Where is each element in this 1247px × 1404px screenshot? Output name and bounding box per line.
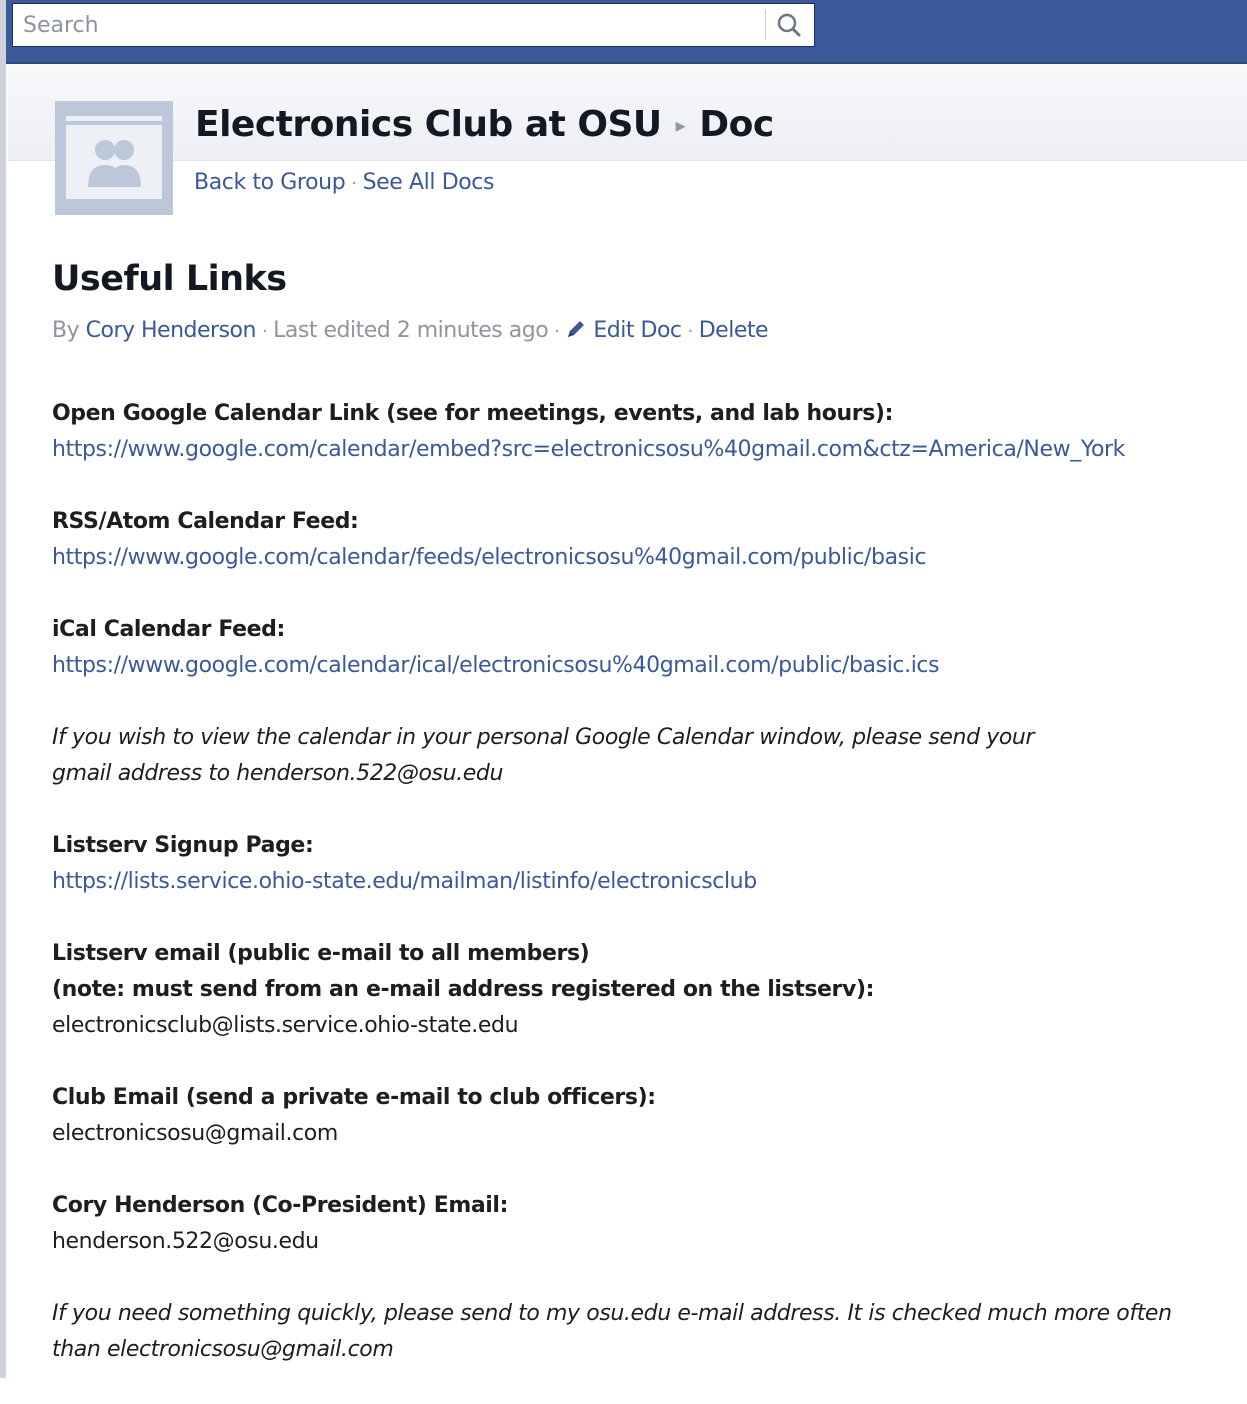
meta-separator: ·	[687, 321, 694, 342]
rss-feed-section: RSS/Atom Calendar Feed: https://www.goog…	[52, 504, 1232, 576]
president-email-heading: Cory Henderson (Co-President) Email:	[52, 1193, 508, 1218]
meta-separator: ·	[261, 321, 268, 342]
listserv-email-note: (note: must send from an e-mail address …	[52, 977, 874, 1002]
search-box	[12, 3, 815, 47]
group-avatar[interactable]	[55, 101, 173, 215]
listserv-signup-heading: Listserv Signup Page:	[52, 833, 314, 858]
doc-meta: By Cory Henderson · Last edited 2 minutes …	[52, 318, 769, 343]
rss-feed-link[interactable]: https://www.google.com/calendar/feeds/el…	[52, 540, 1232, 576]
group-name-link[interactable]: Electronics Club at OSU	[195, 104, 662, 145]
search-input[interactable]	[13, 4, 763, 46]
ical-feed-link[interactable]: https://www.google.com/calendar/ical/ele…	[52, 648, 1232, 684]
search-icon	[777, 13, 801, 37]
search-button[interactable]	[766, 4, 814, 46]
back-to-group-link[interactable]: Back to Group	[194, 170, 346, 195]
listserv-email-address: electronicsclub@lists.service.ohio-state…	[52, 1013, 519, 1038]
club-email-address: electronicsosu@gmail.com	[52, 1121, 338, 1146]
listserv-email-section: Listserv email (public e-mail to all mem…	[52, 936, 1232, 1044]
group-subnav: Back to Group · See All Docs	[194, 170, 494, 195]
doc-title: Useful Links	[52, 259, 287, 299]
calendar-embed-link[interactable]: https://www.google.com/calendar/embed?sr…	[52, 432, 1232, 468]
see-all-docs-link[interactable]: See All Docs	[363, 170, 495, 195]
meta-separator: ·	[554, 321, 560, 342]
edit-doc-label: Edit Doc	[593, 318, 682, 343]
window-edge	[0, 0, 6, 1378]
listserv-email-heading: Listserv email (public e-mail to all mem…	[52, 941, 590, 966]
ical-feed-section: iCal Calendar Feed: https://www.google.c…	[52, 612, 1232, 684]
delete-link[interactable]: Delete	[699, 318, 769, 343]
listserv-signup-link[interactable]: https://lists.service.ohio-state.edu/mai…	[52, 864, 1232, 900]
group-people-icon	[88, 140, 141, 187]
calendar-link-section: Open Google Calendar Link (see for meeti…	[52, 396, 1232, 468]
closing-note-line-2: than electronicsosu@gmail.com	[52, 1337, 394, 1362]
breadcrumb-arrow: ▸	[675, 113, 686, 137]
club-email-heading: Club Email (send a private e-mail to clu…	[52, 1085, 656, 1110]
calendar-note-line-1: If you wish to view the calendar in your…	[52, 725, 1035, 750]
closing-note-line-1: If you need something quickly, please se…	[52, 1301, 1172, 1326]
ical-feed-heading: iCal Calendar Feed:	[52, 617, 285, 642]
doc-body: Open Google Calendar Link (see for meeti…	[52, 396, 1232, 1404]
page-title: Electronics Club at OSU ▸ Doc	[195, 104, 774, 145]
club-email-section: Club Email (send a private e-mail to clu…	[52, 1080, 1232, 1152]
edit-doc-link[interactable]: Edit Doc	[565, 318, 682, 343]
rss-feed-heading: RSS/Atom Calendar Feed:	[52, 509, 359, 534]
president-email-address: henderson.522@osu.edu	[52, 1229, 319, 1254]
closing-note: If you need something quickly, please se…	[52, 1296, 1232, 1368]
section-label: Doc	[699, 104, 774, 145]
last-edited: Last edited 2 minutes ago	[273, 318, 549, 343]
group-avatar-frame	[66, 125, 162, 199]
nav-separator: ·	[351, 173, 357, 194]
pencil-icon	[568, 321, 585, 337]
calendar-note-line-2: gmail address to henderson.522@osu.edu	[52, 761, 504, 786]
calendar-note: If you wish to view the calendar in your…	[52, 720, 1232, 792]
calendar-link-heading: Open Google Calendar Link (see for meeti…	[52, 401, 893, 426]
listserv-signup-section: Listserv Signup Page: https://lists.serv…	[52, 828, 1232, 900]
by-label: By	[52, 318, 80, 343]
author-link[interactable]: Cory Henderson	[86, 318, 257, 343]
president-email-section: Cory Henderson (Co-President) Email: hen…	[52, 1188, 1232, 1260]
group-avatar-bar	[66, 116, 162, 121]
